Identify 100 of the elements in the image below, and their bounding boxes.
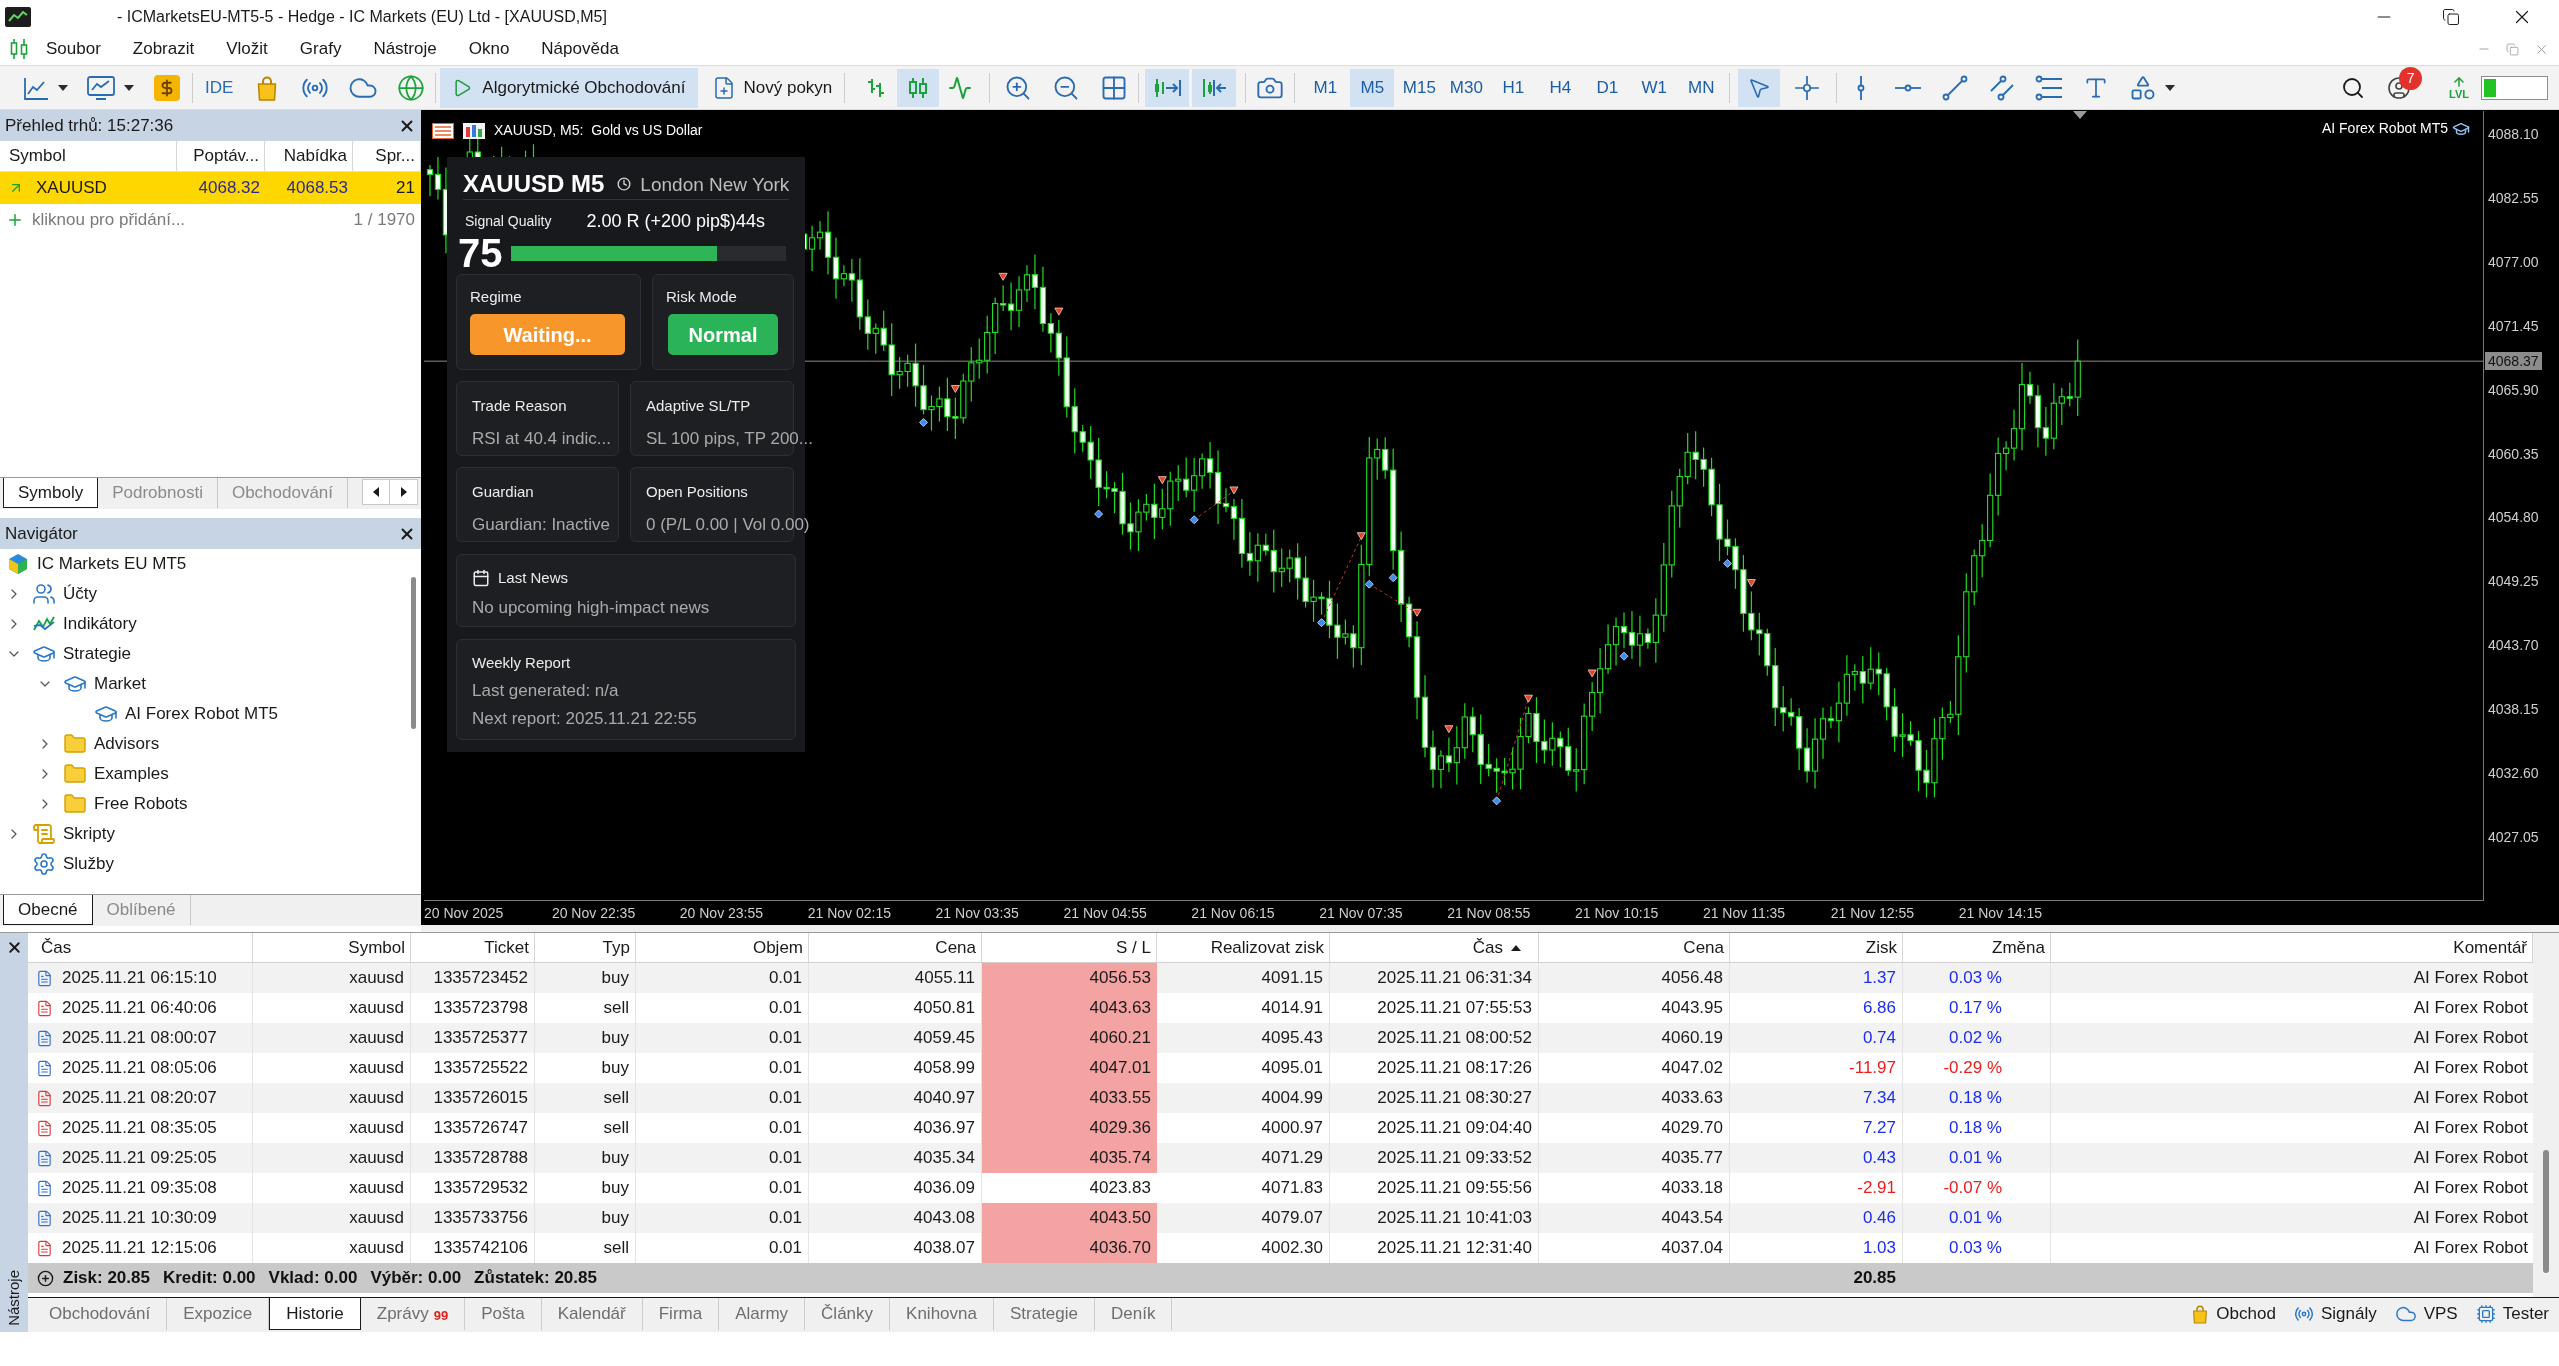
scroll-right-button[interactable] — [390, 479, 418, 505]
column-header[interactable]: Poptáv... — [193, 143, 259, 169]
document-icon — [36, 999, 53, 1017]
tab[interactable]: Pošta — [465, 1298, 542, 1330]
dollar-icon[interactable] — [154, 74, 180, 101]
menu-item[interactable]: Nástroje — [357, 36, 453, 62]
panel-link[interactable]: Obchod — [2191, 1301, 2276, 1327]
tab[interactable]: Články — [805, 1298, 891, 1330]
price-label: 4032.60 — [2488, 764, 2539, 782]
column-header[interactable]: Změna — [1992, 934, 2045, 961]
timeframe-button[interactable]: M1 — [1303, 68, 1348, 107]
tab[interactable]: Alarmy — [719, 1298, 806, 1330]
list-icon[interactable] — [432, 122, 454, 139]
column-header[interactable]: Čas — [1472, 934, 1533, 961]
menu-item[interactable]: Okno — [452, 36, 526, 62]
tab[interactable]: Obecné — [3, 895, 93, 925]
tab[interactable]: Firma — [642, 1298, 720, 1330]
trend-line-icon[interactable] — [1940, 73, 1969, 102]
pointer-tool-button[interactable] — [1738, 68, 1781, 107]
panel-link[interactable]: Tester — [2475, 1301, 2549, 1327]
table-cell-text: 4055.11 — [914, 967, 975, 990]
current-price-label: 4068.37 — [2485, 352, 2542, 371]
tree-item[interactable]: Indikátory — [63, 611, 137, 637]
tab[interactable]: Kalendář — [541, 1298, 643, 1330]
timeframe-button[interactable]: H1 — [1491, 68, 1536, 107]
menu-item[interactable]: Soubor — [30, 36, 117, 62]
tree-item[interactable]: Examples — [94, 761, 169, 787]
column-header[interactable]: Objem — [752, 934, 803, 961]
globe-icon[interactable] — [397, 73, 426, 102]
scrollbar-thumb[interactable] — [410, 577, 416, 729]
table-cell-text: 0.03 % — [1949, 967, 2002, 990]
menu-item[interactable]: Nápověda — [525, 36, 635, 62]
tab[interactable]: Symboly — [3, 478, 99, 508]
panel-link[interactable]: VPS — [2394, 1301, 2458, 1327]
column-header[interactable]: Čas — [41, 934, 72, 961]
table-cell-text: 4023.83 — [1088, 1177, 1152, 1200]
view-toggle-button[interactable] — [1145, 68, 1190, 107]
table-cell-text: 0.01 — [768, 1087, 802, 1110]
timeframe-button[interactable]: H4 — [1538, 68, 1583, 107]
tab[interactable]: Strategie — [993, 1298, 1095, 1330]
column-header[interactable]: Realizovat zisk — [1210, 934, 1324, 961]
timeframe-button[interactable]: D1 — [1585, 68, 1630, 107]
add-symbol-link[interactable]: kliknou pro přidání... — [32, 206, 186, 233]
tree-item[interactable]: Market — [94, 671, 146, 697]
table-cell: 4047.01 — [982, 1053, 1157, 1083]
timeframe-button[interactable]: W1 — [1632, 68, 1677, 107]
tree-item[interactable]: IC Markets EU MT5 — [37, 551, 187, 577]
search-icon[interactable] — [2341, 75, 2366, 100]
chart-type-button[interactable] — [897, 68, 940, 107]
tree-item[interactable]: Skripty — [63, 821, 115, 847]
calendar-icon — [472, 569, 490, 587]
scrollbar-thumb[interactable] — [2543, 1150, 2549, 1273]
summary-item: Zisk: 20.85 — [63, 1267, 150, 1290]
ide-button[interactable]: IDE — [205, 74, 234, 101]
bar-chart-icon[interactable] — [463, 122, 485, 139]
user-icon[interactable] — [2387, 75, 2412, 100]
tree-item[interactable]: Strategie — [63, 641, 132, 667]
table-cell-text: AI Forex Robot — [2413, 1237, 2528, 1260]
menu-item[interactable]: Grafy — [283, 36, 358, 62]
algo-trading-button[interactable]: Algorytmické Obchodování — [440, 67, 698, 108]
restore-icon[interactable] — [2442, 7, 2460, 26]
tab[interactable]: Zprávy 99 — [360, 1298, 466, 1330]
tab[interactable]: Historie — [269, 1298, 361, 1330]
column-header[interactable]: Symbol — [9, 143, 66, 169]
column-header[interactable]: Symbol — [348, 934, 405, 961]
tab[interactable]: Deník — [1095, 1298, 1173, 1330]
column-header[interactable]: Spr... — [375, 143, 415, 169]
symbol-row[interactable]: XAUUSD 4068.32 4068.53 21 — [0, 172, 421, 204]
panel-link[interactable]: Signály — [2293, 1301, 2377, 1327]
column-header[interactable]: Ticket — [484, 934, 529, 961]
column-header[interactable]: Nabídka — [283, 143, 347, 169]
card-label: Guardian — [472, 482, 534, 502]
menu-item[interactable]: Zobrazit — [116, 36, 211, 62]
monitor-chart-icon — [86, 73, 116, 102]
tree-item[interactable]: Advisors — [94, 731, 160, 757]
tree-item[interactable]: AI Forex Robot MT5 — [125, 701, 279, 727]
scroll-left-button[interactable] — [362, 479, 390, 505]
tree-item[interactable]: Služby — [63, 851, 115, 877]
timeframe-button[interactable]: M30 — [1444, 68, 1489, 107]
fibonacci-icon[interactable] — [2034, 73, 2063, 102]
tree-item[interactable]: Účty — [63, 581, 97, 607]
tab[interactable]: Knihovna — [890, 1298, 994, 1330]
column-header[interactable]: Cena — [1683, 934, 1724, 961]
tab[interactable]: Obchodování — [33, 1298, 168, 1330]
column-header[interactable]: Cena — [935, 934, 976, 961]
tree-item[interactable]: Free Robots — [94, 791, 188, 817]
price-label: 4049.25 — [2488, 572, 2539, 591]
timeframe-button[interactable]: M15 — [1397, 68, 1442, 107]
new-order-button[interactable]: Nový pokyn — [705, 67, 839, 108]
column-header[interactable]: Typ — [602, 934, 630, 961]
view-toggle-button[interactable] — [1192, 68, 1237, 107]
time-label: 20 Nov 2025 — [424, 903, 504, 923]
column-header[interactable]: Zisk — [1865, 934, 1897, 961]
menu-item[interactable]: Vložit — [210, 36, 284, 62]
timeframe-button[interactable]: MN — [1679, 68, 1724, 107]
column-header[interactable]: S / L — [1116, 934, 1151, 961]
timeframe-button[interactable]: M5 — [1350, 68, 1395, 107]
column-header[interactable]: Komentář — [2453, 934, 2527, 961]
session-label: London New York — [640, 174, 790, 194]
expand-icon[interactable] — [37, 1269, 54, 1287]
